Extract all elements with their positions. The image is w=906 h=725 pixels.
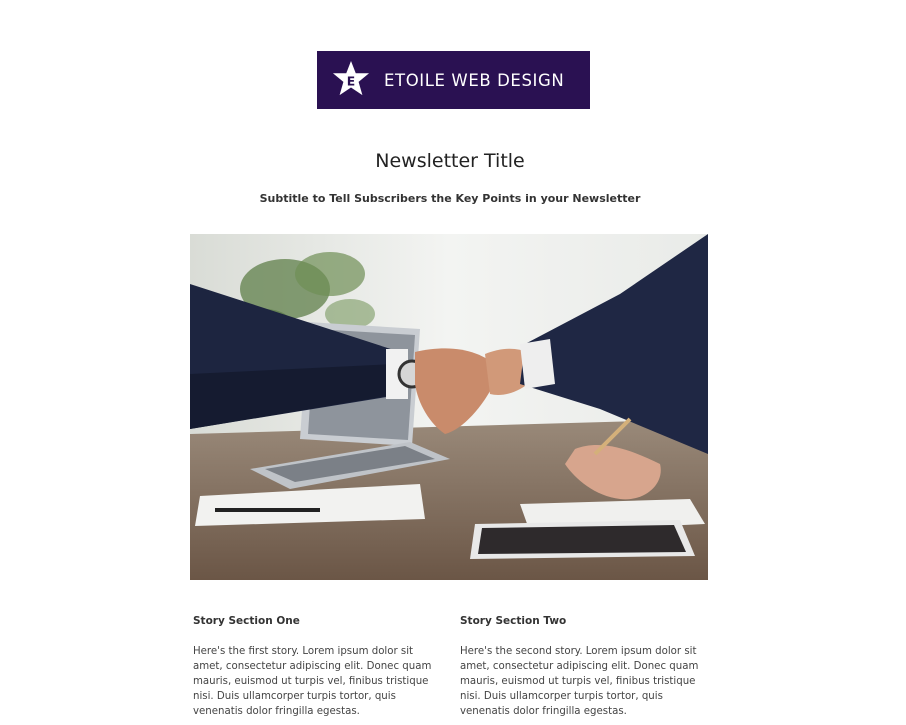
logo-emblem-letter: E: [347, 75, 355, 89]
handshake-photo: [190, 234, 708, 580]
story-body: Here's the first story. Lorem ipsum dolo…: [193, 646, 432, 717]
story-section-one: Story Section One Here's the first story…: [193, 614, 433, 719]
star-icon: E: [332, 60, 370, 96]
newsletter-subtitle: Subtitle to Tell Subscribers the Key Poi…: [259, 192, 641, 205]
story-heading: Story Section Two: [460, 615, 567, 627]
newsletter-page: E ETOILE WEB DESIGN Newsletter Title Sub…: [0, 0, 906, 725]
logo-banner[interactable]: E ETOILE WEB DESIGN: [317, 51, 590, 109]
story-heading: Story Section One: [193, 615, 300, 627]
story-section-two: Story Section Two Here's the second stor…: [460, 614, 700, 719]
hero-image: [190, 234, 708, 580]
story-body: Here's the second story. Lorem ipsum dol…: [460, 646, 699, 717]
newsletter-title: Newsletter Title: [375, 150, 525, 172]
logo-text: ETOILE WEB DESIGN: [384, 71, 565, 90]
